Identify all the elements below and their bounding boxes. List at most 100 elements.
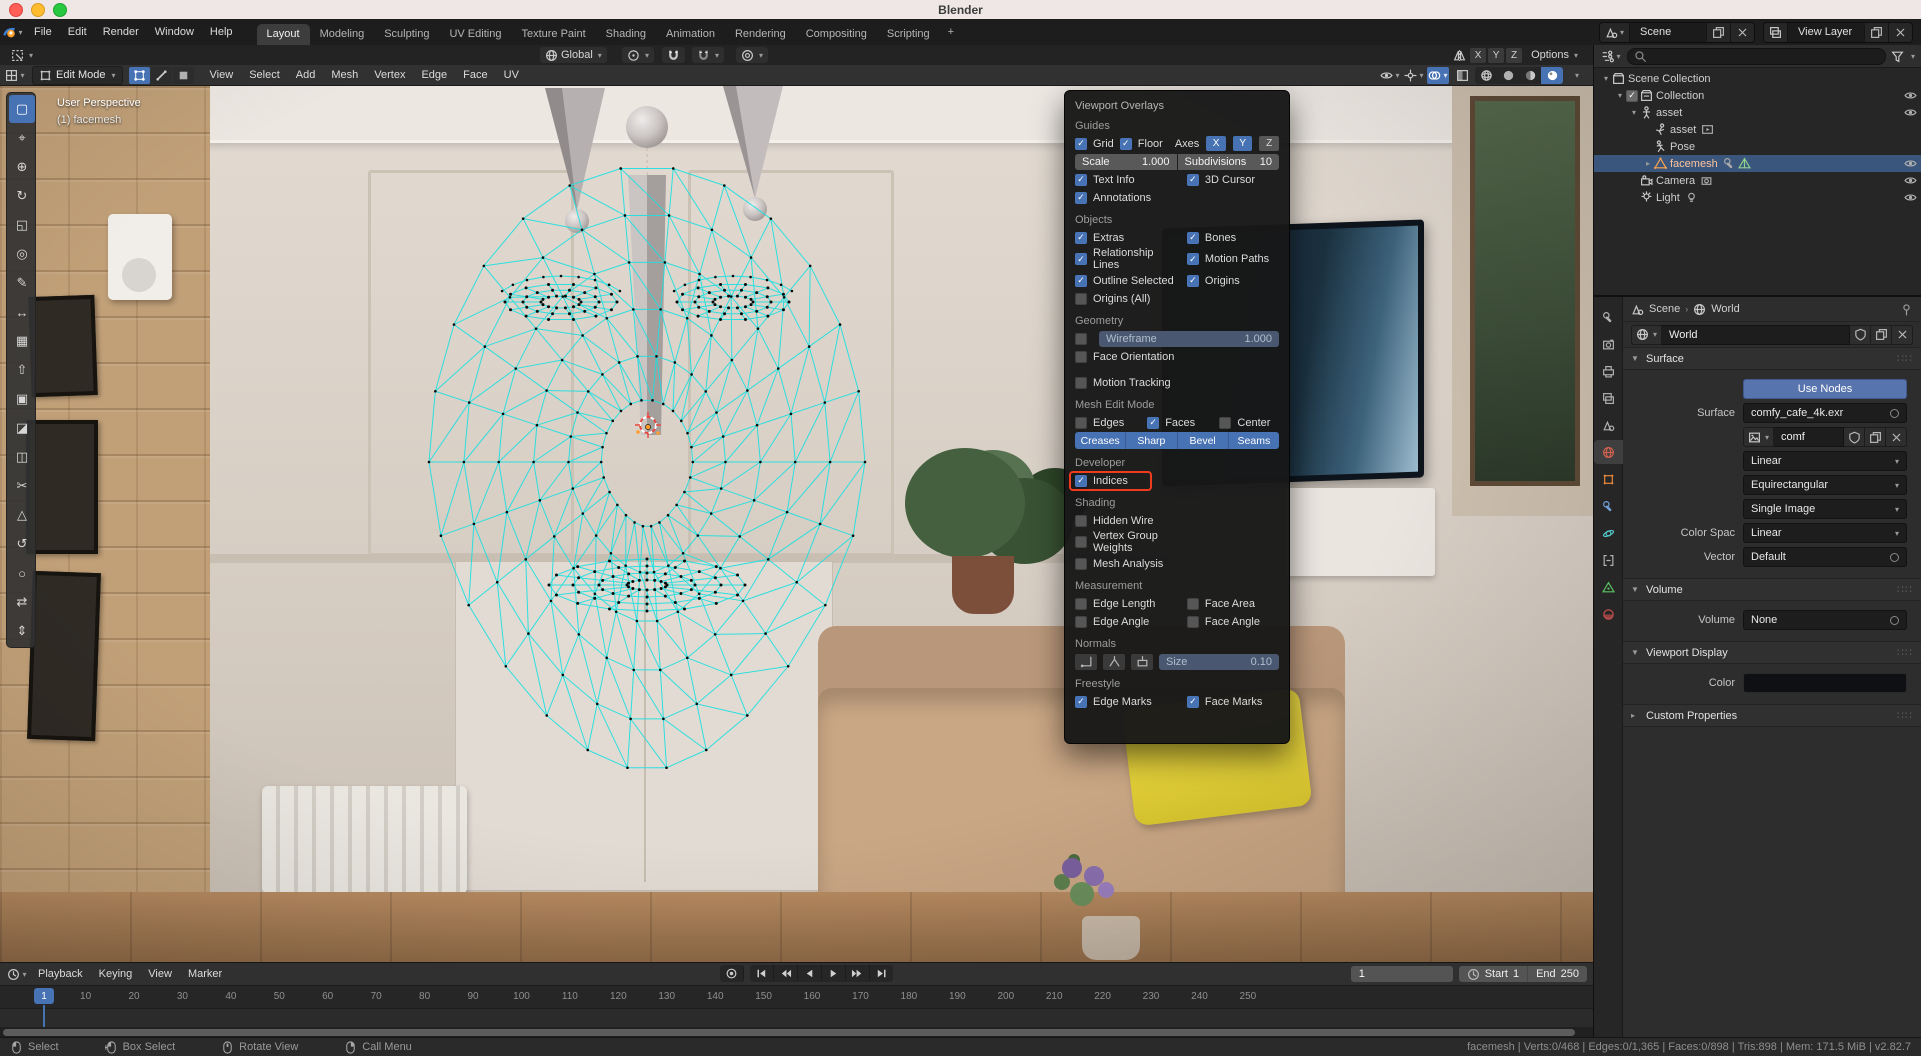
close-window-button[interactable]: [9, 3, 23, 17]
menu-file[interactable]: File: [26, 22, 60, 42]
overlay-option-face-area[interactable]: Face Area: [1187, 598, 1279, 610]
viewport-menu-face[interactable]: Face: [455, 65, 495, 85]
overlay-option-edge-marks[interactable]: Edge Marks: [1075, 696, 1181, 708]
outliner-filter-button[interactable]: [1891, 50, 1904, 63]
workspace-tab-layout[interactable]: Layout: [257, 24, 310, 45]
image-copy-button[interactable]: [1865, 427, 1886, 447]
tool-smooth[interactable]: ○: [9, 559, 35, 587]
origins-checkbox[interactable]: [1187, 275, 1199, 287]
volume-shader-field[interactable]: None: [1743, 610, 1907, 630]
properties-tab-modifiers[interactable]: [1594, 494, 1623, 518]
shading-material-button[interactable]: [1519, 67, 1541, 84]
properties-tab-object-data[interactable]: [1594, 575, 1623, 599]
use-nodes-button[interactable]: Use Nodes: [1743, 379, 1907, 399]
origins-all-checkbox[interactable]: [1075, 293, 1087, 305]
mirror-x-toggle[interactable]: X: [1470, 48, 1486, 63]
tool-transform[interactable]: ◎: [9, 240, 35, 268]
overlay-option-origins-all[interactable]: Origins (All): [1075, 293, 1181, 305]
axis-y-toggle[interactable]: Y: [1233, 136, 1253, 151]
pivot-point-dropdown[interactable]: ▾: [622, 47, 654, 63]
timeline-menu-marker[interactable]: Marker: [180, 964, 230, 984]
overlay-option-face-angle[interactable]: Face Angle: [1187, 616, 1279, 628]
face-area-checkbox[interactable]: [1187, 598, 1199, 610]
edge-angle-checkbox[interactable]: [1075, 616, 1087, 628]
creases-toggle-button[interactable]: Creases: [1075, 432, 1126, 449]
outliner-row-asset[interactable]: ▾asset: [1594, 104, 1921, 121]
hidden-wire-checkbox[interactable]: [1075, 515, 1087, 527]
new-world-button[interactable]: [1871, 325, 1892, 345]
properties-tab-world[interactable]: [1594, 440, 1623, 464]
menu-help[interactable]: Help: [202, 22, 241, 42]
projection-dropdown[interactable]: Equirectangular▾: [1743, 475, 1907, 495]
face-marks-checkbox[interactable]: [1187, 696, 1199, 708]
playhead[interactable]: 1: [34, 988, 54, 1004]
pin-icon[interactable]: [1900, 303, 1913, 316]
properties-tab-object[interactable]: [1594, 467, 1623, 491]
fake-user-button[interactable]: [1850, 325, 1871, 345]
shading-settings-dropdown[interactable]: ▾: [1565, 67, 1587, 84]
outliner-item-label[interactable]: facemesh: [1670, 158, 1718, 170]
mesh-analysis-checkbox[interactable]: [1075, 558, 1087, 570]
text-info-checkbox[interactable]: [1075, 174, 1087, 186]
faces-checkbox[interactable]: [1147, 417, 1159, 429]
overlay-option-edge-angle[interactable]: Edge Angle: [1075, 616, 1181, 628]
outliner-row-camera[interactable]: Camera: [1594, 172, 1921, 189]
zoom-window-button[interactable]: [53, 3, 67, 17]
add-workspace-button[interactable]: +: [940, 22, 962, 43]
overlays-dropdown[interactable]: ▾: [1427, 67, 1449, 84]
outliner-item-label[interactable]: Collection: [1656, 90, 1704, 102]
prev-keyframe-button[interactable]: [774, 965, 798, 982]
overlay-option-mesh-analysis[interactable]: Mesh Analysis: [1075, 558, 1181, 570]
bevel-toggle-button[interactable]: Bevel: [1178, 432, 1229, 449]
properties-tab-constraints[interactable]: [1594, 548, 1623, 572]
overlay-option-center[interactable]: Center: [1219, 417, 1279, 429]
unlink-world-button[interactable]: [1892, 325, 1913, 345]
outliner-editor-type-button[interactable]: ▾: [1600, 48, 1622, 65]
properties-tab-material[interactable]: [1594, 602, 1623, 626]
viewport-menu-vertex[interactable]: Vertex: [366, 65, 413, 85]
workspace-tab-animation[interactable]: Animation: [656, 24, 725, 45]
bones-checkbox[interactable]: [1187, 232, 1199, 244]
custom-properties-panel-header[interactable]: ▸Custom Properties∷∷: [1623, 705, 1921, 727]
gizmos-dropdown[interactable]: ▾: [1403, 67, 1425, 84]
transform-orientation-dropdown[interactable]: Global▾: [540, 47, 607, 63]
xray-toggle[interactable]: [1451, 67, 1473, 84]
breadcrumb-world-label[interactable]: World: [1711, 303, 1740, 315]
timeline-track[interactable]: [0, 1009, 1593, 1027]
visibility-eye-icon[interactable]: [1904, 106, 1917, 119]
center-checkbox[interactable]: [1219, 417, 1231, 429]
workspace-tab-texture-paint[interactable]: Texture Paint: [511, 24, 595, 45]
outliner-row-asset[interactable]: asset: [1594, 121, 1921, 138]
timeline-ruler[interactable]: 1102030405060708090100110120130140150160…: [0, 986, 1593, 1009]
vertex-normals-button[interactable]: [1075, 654, 1097, 670]
size-slider[interactable]: Size0.10: [1159, 654, 1279, 670]
overlay-option-face-orientation[interactable]: Face Orientation: [1075, 351, 1181, 363]
surface-panel-header[interactable]: ▼Surface∷∷: [1623, 348, 1921, 370]
viewport-display-panel-header[interactable]: ▼Viewport Display∷∷: [1623, 642, 1921, 664]
viewport-canvas[interactable]: User Perspective (1) facemesh ▢⌖⊕↻◱◎✎↔▦⇧…: [0, 86, 1593, 962]
edge-select-mode-button[interactable]: [151, 67, 172, 84]
tool-edge-slide[interactable]: ⇄: [9, 588, 35, 616]
sharp-toggle-button[interactable]: Sharp: [1126, 432, 1177, 449]
volume-panel-header[interactable]: ▼Volume∷∷: [1623, 579, 1921, 601]
visibility-eye-icon[interactable]: [1904, 157, 1917, 170]
workspace-tab-sculpting[interactable]: Sculpting: [374, 24, 439, 45]
browse-world-button[interactable]: ▾: [1631, 325, 1662, 345]
visibility-eye-icon[interactable]: [1904, 89, 1917, 102]
overlay-option-outline-selected[interactable]: Outline Selected: [1075, 275, 1181, 287]
expand-arrow[interactable]: ▸: [1642, 159, 1654, 168]
workspace-tab-modeling[interactable]: Modeling: [310, 24, 375, 45]
viewport-menu-mesh[interactable]: Mesh: [323, 65, 366, 85]
overlay-option-relationship-lines[interactable]: Relationship Lines: [1075, 247, 1181, 271]
outliner-item-label[interactable]: asset: [1656, 107, 1682, 119]
workspace-tab-shading[interactable]: Shading: [596, 24, 656, 45]
tool-add-primitive[interactable]: ▦: [9, 327, 35, 355]
expand-arrow[interactable]: ▾: [1614, 91, 1626, 100]
shading-rendered-button[interactable]: [1541, 67, 1563, 84]
world-name-field[interactable]: World: [1662, 325, 1850, 345]
menu-render[interactable]: Render: [95, 22, 147, 42]
browse-image-button[interactable]: ▾: [1743, 427, 1774, 447]
tool-measure[interactable]: ↔: [9, 298, 35, 326]
workspace-tab-uv-editing[interactable]: UV Editing: [439, 24, 511, 45]
properties-tab-render[interactable]: [1594, 332, 1623, 356]
